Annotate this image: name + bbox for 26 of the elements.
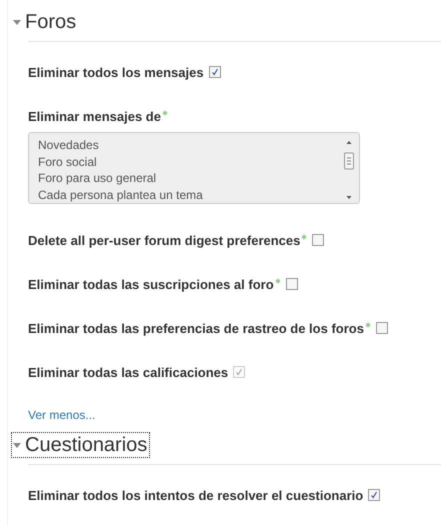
field-label: Eliminar todas las preferencias de rastreo de los foros [28, 320, 364, 336]
checkbox[interactable] [286, 278, 298, 290]
list-option[interactable]: Foro para uso general [38, 170, 343, 186]
field-label: Eliminar todas las calificaciones [28, 364, 228, 380]
required-mark-icon [364, 322, 371, 328]
field-label: Eliminar todos los mensajes [28, 64, 204, 80]
checkbox[interactable] [376, 322, 388, 334]
caret-icon [12, 17, 22, 27]
section-toggle[interactable]: Cuestionarios [11, 432, 150, 458]
field-label: Eliminar todas las suscripciones al foro [28, 276, 274, 292]
field-label: Eliminar todos los intentos de resolver el cuestionario [28, 488, 364, 502]
checkbox[interactable] [208, 66, 221, 78]
required-mark-icon [162, 110, 168, 116]
list-option[interactable]: Novedades [38, 137, 343, 154]
show-less-link[interactable]: Ver menos... [28, 408, 96, 422]
section-toggle[interactable]: Foros [11, 9, 80, 35]
list-option[interactable]: Cada persona plantea un tema [38, 186, 343, 203]
caret-icon [12, 440, 22, 450]
checkbox[interactable] [312, 234, 324, 246]
required-mark-icon [274, 278, 281, 284]
field-label: Delete all per-user forum digest preferences [28, 232, 300, 248]
list-box[interactable]: Novedades Foro social Foro para uso general Cada persona plantea un tema [28, 132, 360, 204]
checkbox[interactable] [368, 489, 380, 501]
field-label: Eliminar mensajes de [28, 108, 161, 124]
list-option[interactable]: Foro social [38, 154, 343, 170]
required-mark-icon [301, 234, 308, 240]
